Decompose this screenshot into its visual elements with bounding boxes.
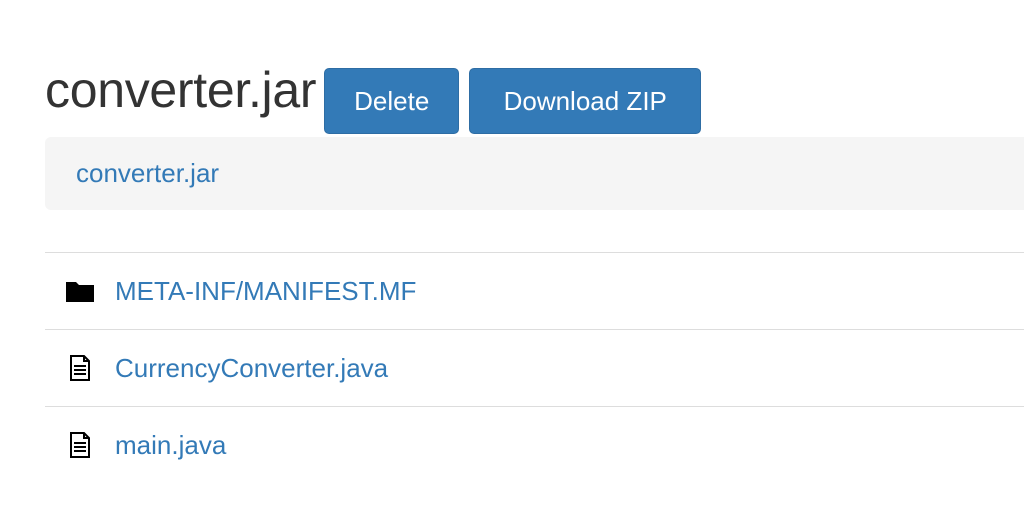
breadcrumb: converter.jar — [45, 137, 1024, 210]
breadcrumb-item-converter[interactable]: converter.jar — [76, 158, 219, 189]
download-zip-button[interactable]: Download ZIP — [469, 68, 702, 134]
file-link-manifest[interactable]: META-INF/MANIFEST.MF — [115, 276, 416, 307]
page-title: converter.jar — [45, 62, 317, 118]
page-header: converter.jar Delete Download ZIP — [45, 60, 702, 134]
page: converter.jar Delete Download ZIP conver… — [0, 0, 1024, 514]
list-item: main.java — [45, 406, 1024, 483]
file-icon — [65, 354, 95, 382]
file-link-main[interactable]: main.java — [115, 430, 226, 461]
list-item: META-INF/MANIFEST.MF — [45, 252, 1024, 329]
file-list: META-INF/MANIFEST.MF CurrencyConverter.j… — [45, 252, 1024, 483]
folder-icon — [65, 277, 95, 305]
list-item: CurrencyConverter.java — [45, 329, 1024, 406]
delete-button[interactable]: Delete — [324, 68, 460, 134]
file-link-currencyconverter[interactable]: CurrencyConverter.java — [115, 353, 388, 384]
file-icon — [65, 431, 95, 459]
